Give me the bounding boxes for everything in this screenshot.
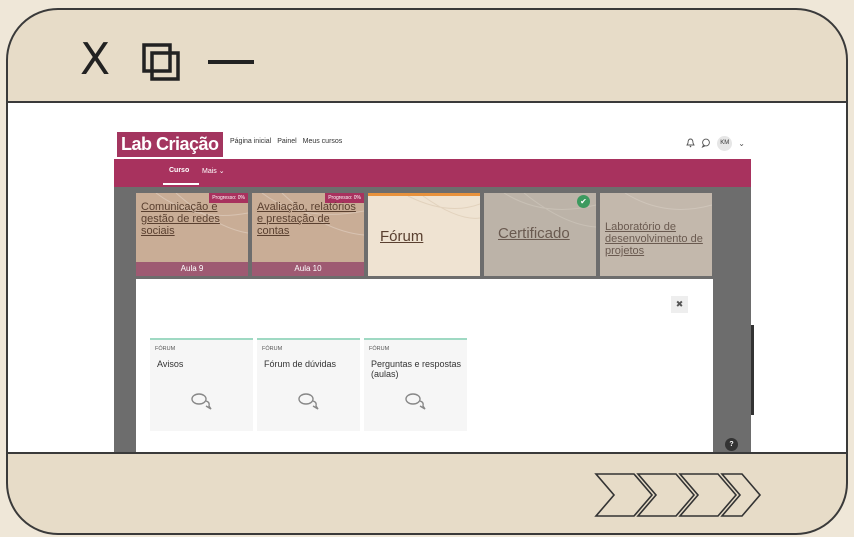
card-title: Laboratório de desenvolvimento de projet… xyxy=(605,221,703,257)
card-title: Fórum xyxy=(380,228,424,245)
activity-type: FÓRUM xyxy=(262,346,283,352)
forum-chat-icon xyxy=(298,393,319,410)
device-frame: X Lab Criação Página inicial Painel Meus… xyxy=(6,8,848,535)
forum-chat-icon xyxy=(405,393,426,410)
bottom-bar xyxy=(8,456,846,533)
forward-chevrons-icon[interactable] xyxy=(594,472,764,518)
nav-home[interactable]: Página inicial xyxy=(230,138,271,145)
tab-more[interactable]: Mais ⌄ xyxy=(202,167,225,175)
check-icon: ✔ xyxy=(577,195,590,208)
activity-card[interactable]: FÓRUM Fórum de dúvidas xyxy=(257,338,360,431)
scrollbar[interactable] xyxy=(751,325,754,415)
forum-chat-icon xyxy=(191,393,212,410)
course-secondary-nav: Curso Mais ⌄ xyxy=(114,159,751,187)
minimize-line-icon[interactable] xyxy=(208,60,254,64)
bell-icon[interactable] xyxy=(686,138,696,148)
activity-card[interactable]: FÓRUM Perguntas e respostas (aulas) xyxy=(364,338,467,431)
activity-name: Perguntas e respostas (aulas) xyxy=(371,359,462,379)
avatar[interactable]: KM xyxy=(717,135,733,151)
activity-type: FÓRUM xyxy=(155,346,176,352)
card-title: Avaliação, relatórios e prestação de con… xyxy=(257,201,356,237)
activity-card[interactable]: FÓRUM Avisos xyxy=(150,338,253,431)
nav-my-courses[interactable]: Meus cursos xyxy=(303,138,343,145)
user-area: KM ⌄ xyxy=(686,133,745,153)
card-footer: Aula 10 xyxy=(252,262,364,276)
section-modal: ✖ FÓRUM Avisos FÓRUM Fórum de dúvidas FÓ… xyxy=(136,279,713,452)
activity-type: FÓRUM xyxy=(369,346,390,352)
course-card-forum[interactable]: Fórum xyxy=(368,193,480,276)
nav-dashboard[interactable]: Painel xyxy=(277,138,296,145)
course-card[interactable]: Progresso: 0% Avaliação, relatórios e pr… xyxy=(252,193,364,276)
activity-name: Avisos xyxy=(157,359,184,369)
restore-windows-icon[interactable] xyxy=(141,42,181,82)
tab-course[interactable]: Curso xyxy=(162,167,200,185)
close-icon[interactable]: ✖ xyxy=(671,296,688,313)
chat-icon[interactable] xyxy=(701,138,711,148)
course-card[interactable]: Laboratório de desenvolvimento de projet… xyxy=(600,193,712,276)
main-nav: Página inicial Painel Meus cursos xyxy=(230,138,346,145)
screen-area: Lab Criação Página inicial Painel Meus c… xyxy=(8,103,846,454)
card-title: Certificado xyxy=(498,225,570,242)
help-button[interactable]: ? xyxy=(725,438,738,451)
card-title: Comunicação e gestão de redes sociais xyxy=(141,201,220,237)
chevron-down-icon[interactable]: ⌄ xyxy=(738,139,745,148)
site-logo[interactable]: Lab Criação xyxy=(117,132,223,157)
course-card[interactable]: Progresso: 0% Comunicação e gestão de re… xyxy=(136,193,248,276)
course-content: Progresso: 0% Comunicação e gestão de re… xyxy=(114,187,751,452)
course-card-certificate[interactable]: ✔ Certificado xyxy=(484,193,596,276)
top-navigation: Lab Criação Página inicial Painel Meus c… xyxy=(114,125,751,159)
browser-viewport: Lab Criação Página inicial Painel Meus c… xyxy=(114,125,751,452)
activity-name: Fórum de dúvidas xyxy=(264,359,337,369)
close-window-button[interactable]: X xyxy=(80,38,110,82)
card-footer: Aula 9 xyxy=(136,262,248,276)
window-titlebar: X xyxy=(8,10,846,103)
